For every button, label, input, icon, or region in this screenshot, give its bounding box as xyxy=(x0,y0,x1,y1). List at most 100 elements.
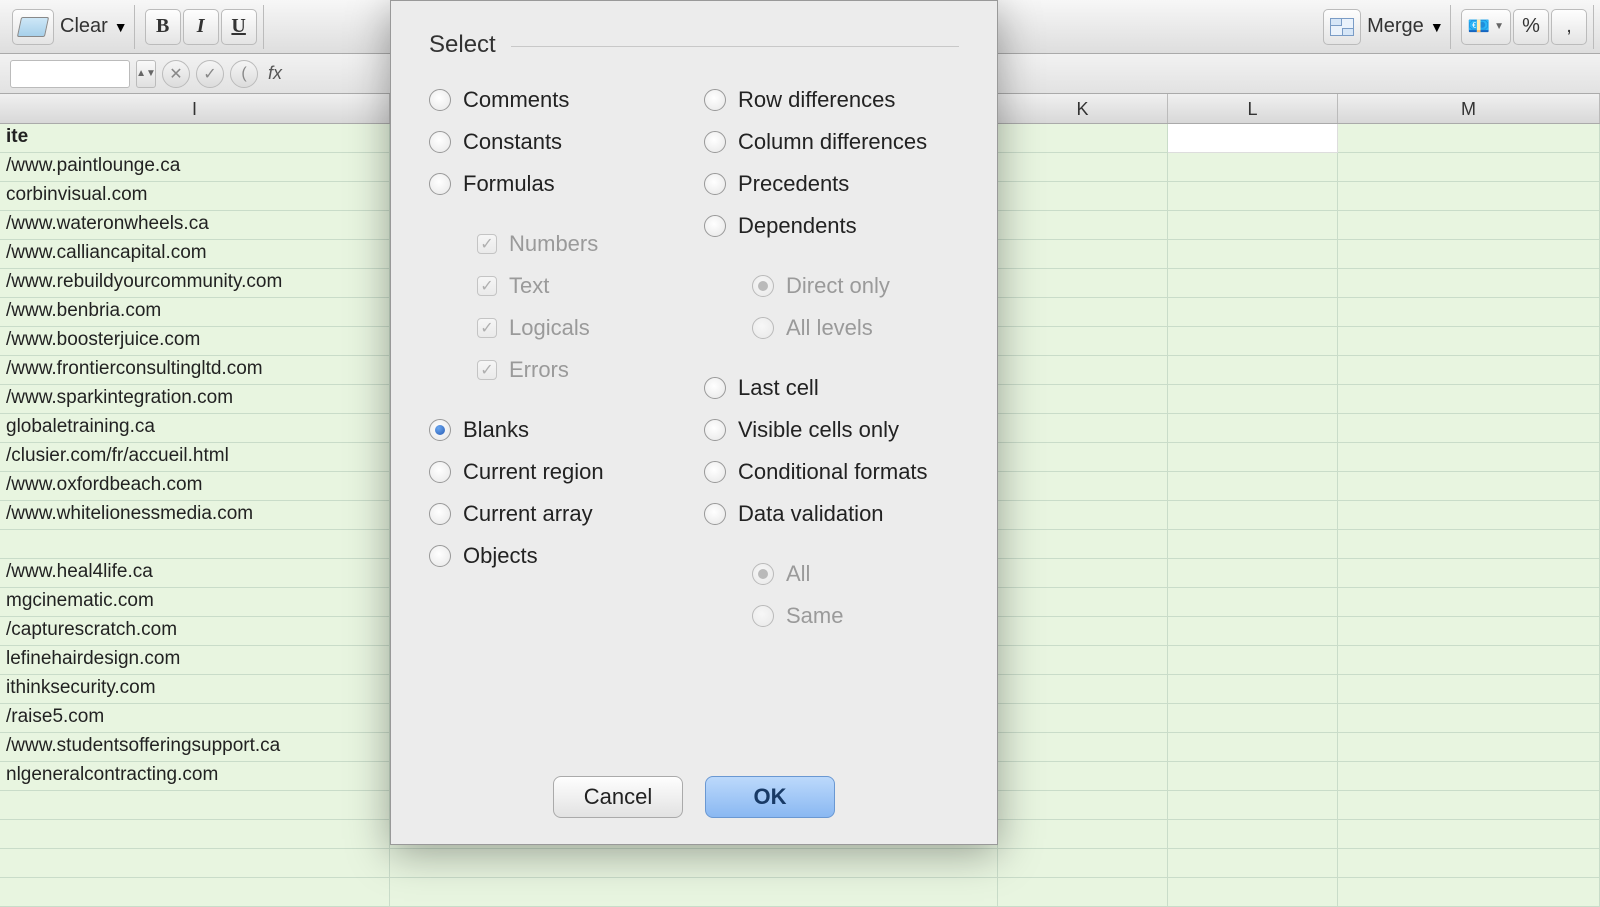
cell[interactable] xyxy=(0,791,390,820)
italic-button[interactable]: I xyxy=(183,9,219,45)
cell[interactable] xyxy=(1168,443,1338,472)
cell[interactable] xyxy=(390,849,998,878)
cell[interactable] xyxy=(1168,820,1338,849)
radio-column-differences[interactable]: Column differences xyxy=(704,121,959,163)
cell[interactable] xyxy=(1338,182,1600,211)
cell[interactable] xyxy=(1168,211,1338,240)
cell[interactable] xyxy=(1168,878,1338,907)
cell[interactable] xyxy=(1168,646,1338,675)
cell[interactable] xyxy=(1168,298,1338,327)
cell[interactable]: lefinehairdesign.com xyxy=(0,646,390,675)
cell[interactable] xyxy=(998,211,1168,240)
cell[interactable] xyxy=(0,878,390,907)
cell[interactable] xyxy=(998,501,1168,530)
cell[interactable] xyxy=(1338,472,1600,501)
cell[interactable] xyxy=(1338,762,1600,791)
cell[interactable] xyxy=(0,849,390,878)
percent-button[interactable]: % xyxy=(1513,9,1549,45)
cell[interactable]: /www.oxfordbeach.com xyxy=(0,472,390,501)
cell[interactable]: /www.whitelionessmedia.com xyxy=(0,501,390,530)
radio-data-validation[interactable]: Data validation xyxy=(704,493,959,535)
cell[interactable] xyxy=(998,762,1168,791)
cell[interactable] xyxy=(1168,733,1338,762)
cell[interactable] xyxy=(1168,704,1338,733)
cell[interactable] xyxy=(1338,733,1600,762)
cell[interactable] xyxy=(998,414,1168,443)
cell[interactable] xyxy=(1168,617,1338,646)
column-header-l[interactable]: L xyxy=(1168,94,1338,123)
bold-button[interactable]: B xyxy=(145,9,181,45)
radio-row-differences[interactable]: Row differences xyxy=(704,79,959,121)
name-box-dropdown[interactable]: ▲▼ xyxy=(136,60,156,88)
cell[interactable]: /www.paintlounge.ca xyxy=(0,153,390,182)
cell[interactable] xyxy=(0,820,390,849)
cell[interactable] xyxy=(1168,240,1338,269)
cell[interactable] xyxy=(0,530,390,559)
underline-button[interactable]: U xyxy=(221,9,257,45)
radio-conditional-formats[interactable]: Conditional formats xyxy=(704,451,959,493)
cell[interactable] xyxy=(1338,240,1600,269)
cell[interactable] xyxy=(1338,211,1600,240)
cell[interactable] xyxy=(1338,356,1600,385)
cell[interactable] xyxy=(998,443,1168,472)
radio-current-array[interactable]: Current array xyxy=(429,493,684,535)
ok-button[interactable]: OK xyxy=(705,776,835,818)
cancel-button[interactable]: Cancel xyxy=(553,776,683,818)
cell[interactable] xyxy=(1168,675,1338,704)
currency-button[interactable]: 💶 ▼ xyxy=(1461,9,1511,45)
column-header-k[interactable]: K xyxy=(998,94,1168,123)
cell[interactable] xyxy=(998,356,1168,385)
cell[interactable] xyxy=(1338,588,1600,617)
name-box[interactable] xyxy=(10,60,130,88)
cell[interactable] xyxy=(998,588,1168,617)
cell[interactable] xyxy=(1338,704,1600,733)
cell[interactable] xyxy=(1168,124,1338,153)
merge-button[interactable] xyxy=(1323,9,1361,45)
cell[interactable] xyxy=(998,269,1168,298)
cell[interactable]: /www.benbria.com xyxy=(0,298,390,327)
cell[interactable] xyxy=(1338,791,1600,820)
cell[interactable] xyxy=(1168,588,1338,617)
cell[interactable] xyxy=(998,153,1168,182)
cell[interactable]: nlgeneralcontracting.com xyxy=(0,762,390,791)
cell[interactable] xyxy=(1168,791,1338,820)
cell[interactable] xyxy=(1338,327,1600,356)
radio-dependents[interactable]: Dependents xyxy=(704,205,959,247)
cell[interactable] xyxy=(1168,849,1338,878)
cell[interactable]: /www.studentsofferingsupport.ca xyxy=(0,733,390,762)
cell[interactable] xyxy=(1338,675,1600,704)
radio-comments[interactable]: Comments xyxy=(429,79,684,121)
cell[interactable] xyxy=(1168,559,1338,588)
cell[interactable] xyxy=(1338,298,1600,327)
cell[interactable] xyxy=(1168,385,1338,414)
cell[interactable] xyxy=(1338,820,1600,849)
cell[interactable] xyxy=(998,675,1168,704)
cell[interactable]: /www.heal4life.ca xyxy=(0,559,390,588)
cell[interactable] xyxy=(998,878,1168,907)
cell[interactable]: /capturescratch.com xyxy=(0,617,390,646)
cell[interactable]: ithinksecurity.com xyxy=(0,675,390,704)
cell[interactable]: mgcinematic.com xyxy=(0,588,390,617)
cell[interactable] xyxy=(998,849,1168,878)
cell[interactable]: /www.boosterjuice.com xyxy=(0,327,390,356)
cell[interactable]: ite xyxy=(0,124,390,153)
cell[interactable] xyxy=(998,820,1168,849)
cell[interactable] xyxy=(998,182,1168,211)
cell[interactable] xyxy=(1338,559,1600,588)
cell[interactable] xyxy=(998,327,1168,356)
cell[interactable] xyxy=(1338,878,1600,907)
cell[interactable] xyxy=(1168,182,1338,211)
cell[interactable] xyxy=(998,124,1168,153)
cell[interactable] xyxy=(1338,501,1600,530)
radio-last-cell[interactable]: Last cell xyxy=(704,367,959,409)
cell[interactable] xyxy=(998,385,1168,414)
cell[interactable] xyxy=(1338,385,1600,414)
cell[interactable] xyxy=(1338,443,1600,472)
cell[interactable] xyxy=(1168,356,1338,385)
cell[interactable] xyxy=(998,791,1168,820)
formula-history-button[interactable]: ( xyxy=(230,60,258,88)
cell[interactable]: /www.calliancapital.com xyxy=(0,240,390,269)
cell[interactable] xyxy=(998,530,1168,559)
cell[interactable] xyxy=(998,733,1168,762)
column-header-m[interactable]: M xyxy=(1338,94,1600,123)
